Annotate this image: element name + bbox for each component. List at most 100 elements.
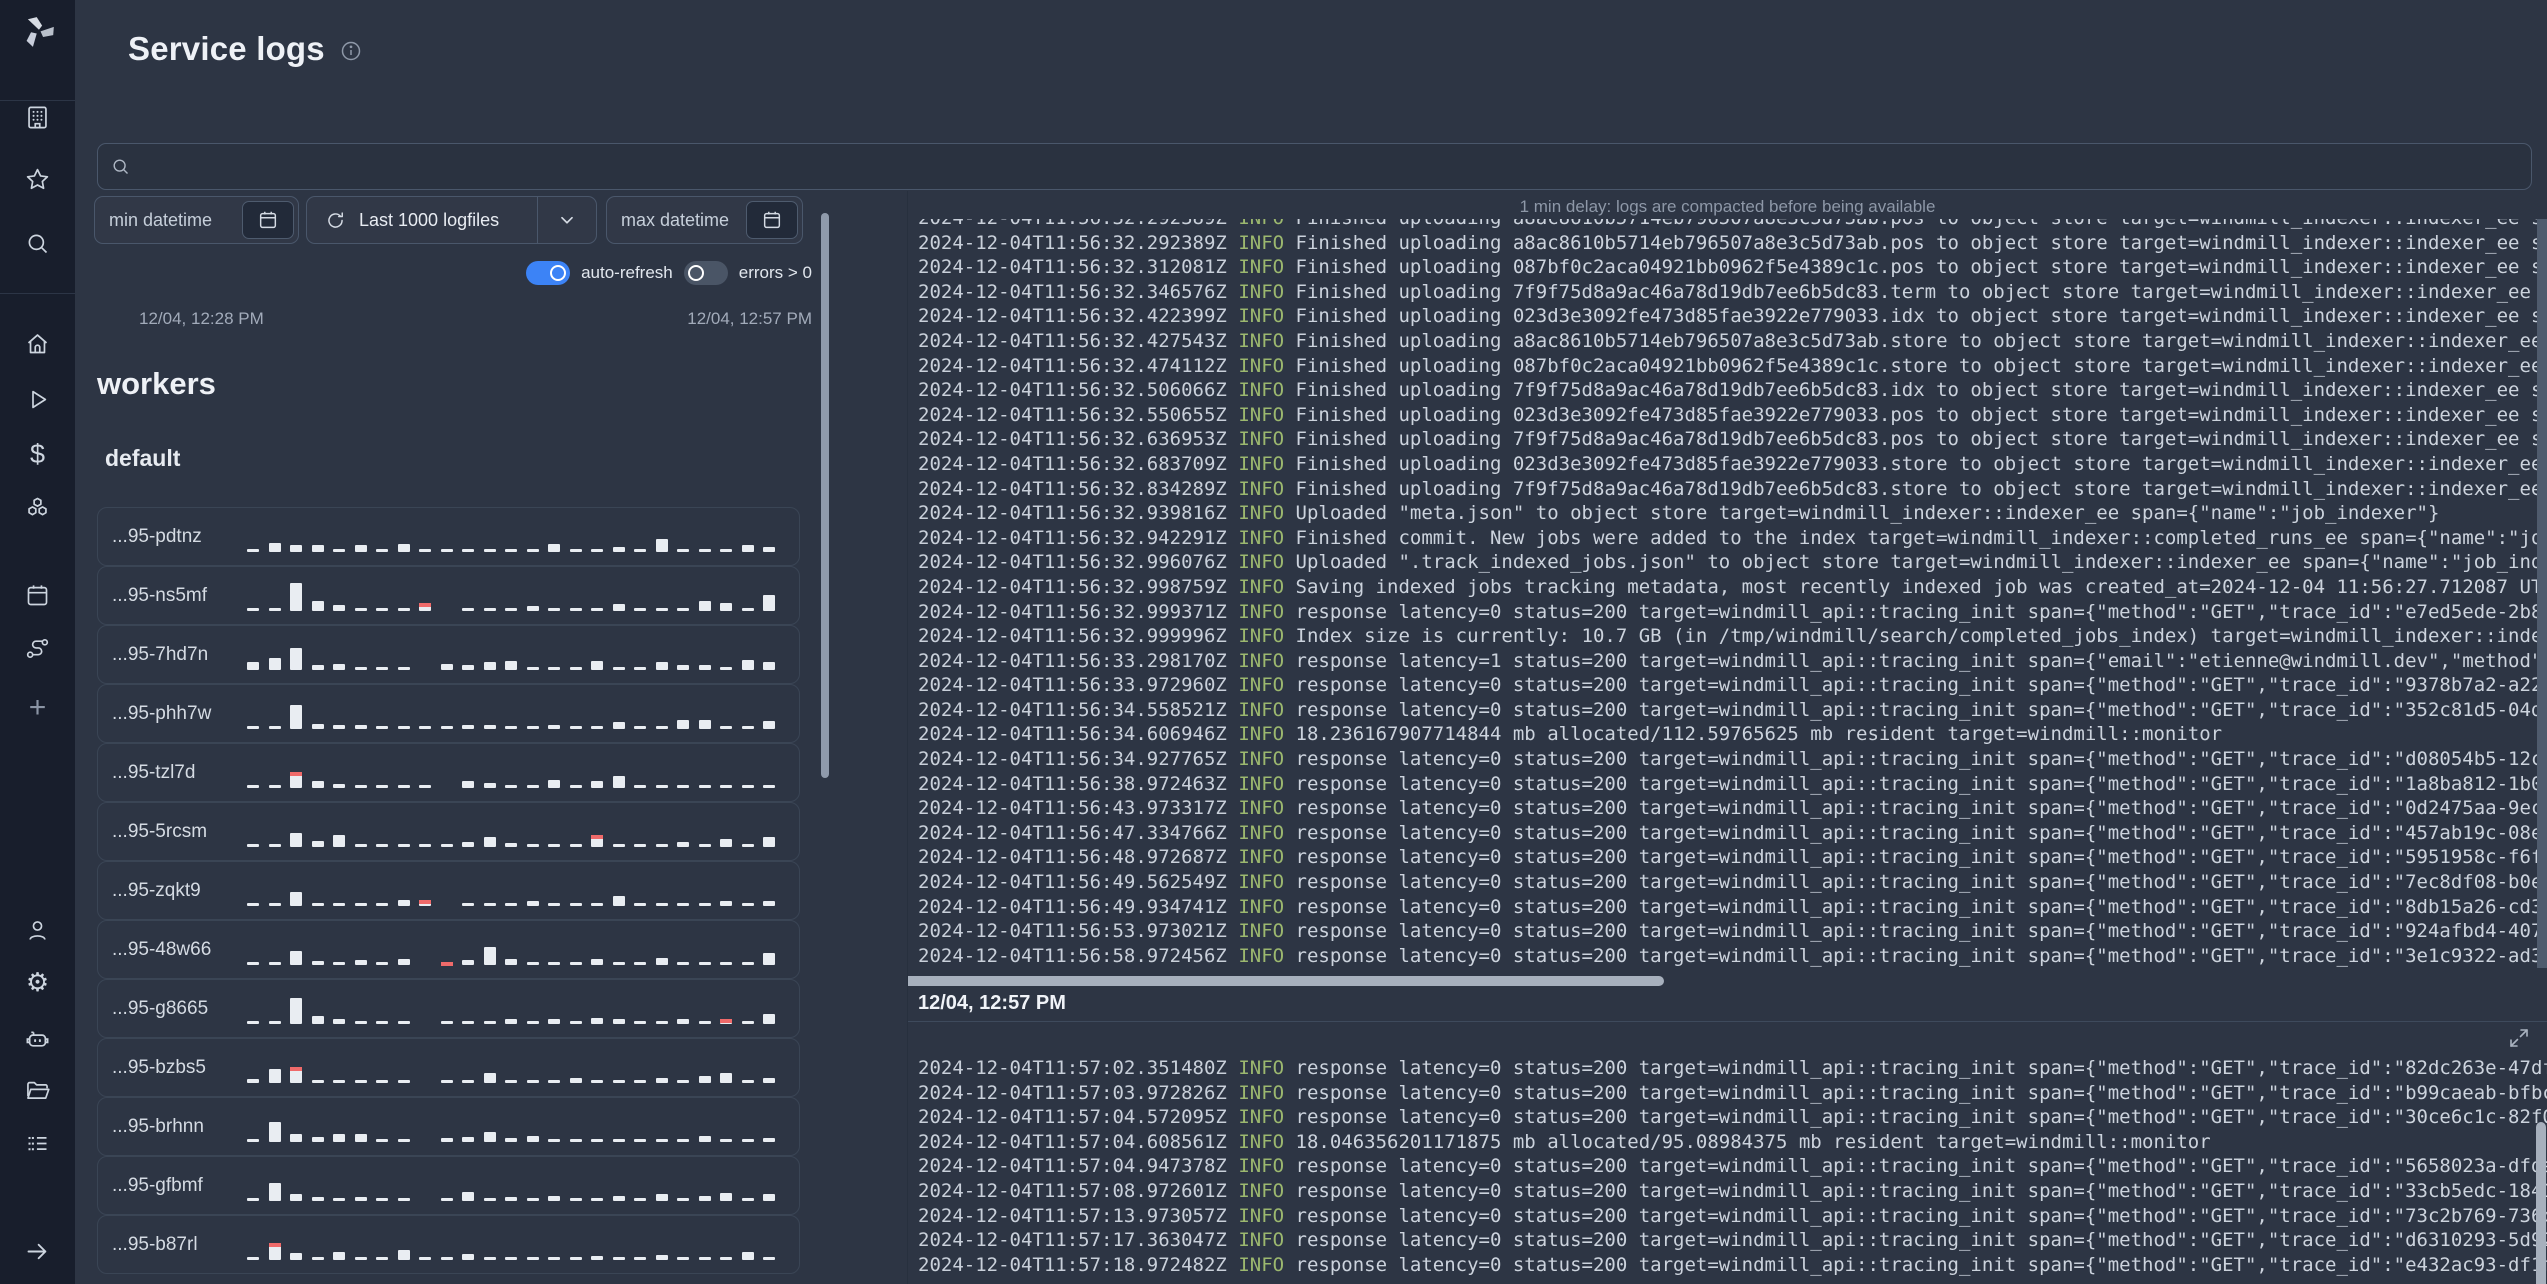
worker-row[interactable]: ...95-7hd7n <box>97 625 800 684</box>
activity-bar <box>505 1197 517 1201</box>
workspace-icon[interactable] <box>0 104 75 131</box>
worker-row[interactable]: ...95-48w66 <box>97 920 800 979</box>
worker-row[interactable]: ...95-bzbs5 <box>97 1038 800 1097</box>
activity-bar <box>763 662 775 670</box>
activity-bar <box>419 900 431 906</box>
log-timestamp: 2024-12-04T11:56:32.999996Z <box>918 625 1227 648</box>
log-timestamp: 2024-12-04T11:56:32.292389Z <box>918 231 1227 254</box>
activity-bar <box>311 1197 324 1201</box>
log-message: response latency=0 status=200 target=win… <box>1295 1253 2547 1276</box>
favorites-star-icon[interactable] <box>0 166 75 193</box>
activity-bar <box>290 648 302 670</box>
home-icon[interactable] <box>0 330 75 357</box>
log-line: 2024-12-04T11:56:32.506066Z INFO Finishe… <box>918 378 2547 403</box>
variables-dollar-icon[interactable]: $ <box>0 441 75 468</box>
worker-row[interactable]: ...95-phh7w <box>97 684 800 743</box>
horizontal-scrollbar-thumb[interactable] <box>908 976 1664 986</box>
info-icon[interactable] <box>339 35 363 63</box>
log-level: INFO <box>1238 1155 1285 1178</box>
expand-icon[interactable] <box>2507 1026 2531 1055</box>
activity-bar <box>376 726 388 729</box>
activity-bar <box>354 1080 367 1083</box>
log-level: INFO <box>1238 748 1285 771</box>
log-message: Finished uploading 7f9f75d8a9ac46a78d19d… <box>1295 428 2547 451</box>
activity-bar <box>311 601 324 611</box>
logfiles-refresh-button[interactable]: Last 1000 logfiles <box>307 197 538 243</box>
activity-bar <box>634 844 646 847</box>
worker-row[interactable]: ...95-pdtnz <box>97 507 800 566</box>
activity-bar <box>419 844 431 847</box>
log-line: 2024-12-04T11:56:38.972463Z INFO respons… <box>918 772 2547 797</box>
worker-activity-chart <box>247 1157 799 1214</box>
log-timestamp: 2024-12-04T11:56:32.683709Z <box>918 452 1227 475</box>
settings-gear-icon[interactable]: ⚙ <box>0 969 75 995</box>
activity-bar <box>698 962 711 965</box>
activity-bar <box>591 1139 603 1142</box>
activity-bar <box>268 962 281 965</box>
log-level: INFO <box>1238 944 1285 967</box>
activity-bar <box>548 608 560 611</box>
ai-robot-icon[interactable] <box>0 1025 75 1052</box>
worker-activity-chart <box>247 626 799 683</box>
worker-row[interactable]: ...95-b87rl <box>97 1215 800 1274</box>
worker-row[interactable]: ...95-gfbmf <box>97 1156 800 1215</box>
windmill-logo-icon[interactable] <box>0 12 75 50</box>
activity-bar <box>354 903 367 906</box>
activity-bar <box>247 1257 259 1260</box>
log-timestamp: 2024-12-04T11:57:13.973057Z <box>918 1204 1227 1227</box>
worker-row[interactable]: ...95-brhnn <box>97 1097 800 1156</box>
log-message: response latency=0 status=200 target=win… <box>1295 1204 2547 1227</box>
activity-bar <box>763 1138 775 1142</box>
create-plus-icon[interactable]: + <box>0 693 75 723</box>
worker-row[interactable]: ...95-5rcsm <box>97 802 800 861</box>
activity-bar <box>247 844 259 847</box>
upper-log-scrollbar[interactable] <box>2537 219 2547 968</box>
worker-row[interactable]: ...95-ns5mf <box>97 566 800 625</box>
worker-row[interactable]: ...95-g8665 <box>97 979 800 1038</box>
activity-bar <box>569 1139 582 1142</box>
activity-bar <box>698 785 711 788</box>
log-line: 2024-12-04T11:56:48.972687Z INFO respons… <box>918 845 2547 870</box>
log-line: 2024-12-04T11:56:34.927765Z INFO respons… <box>918 747 2547 772</box>
activity-bar <box>634 785 646 788</box>
log-timestamp: 2024-12-04T11:56:32.834289Z <box>918 477 1227 500</box>
log-message: Finished uploading 023d3e3092fe473d85fae… <box>1295 305 2547 328</box>
activity-bar <box>505 1080 517 1083</box>
runs-play-icon[interactable] <box>0 386 75 413</box>
activity-bar <box>763 1014 775 1024</box>
audit-logs-list-icon[interactable] <box>0 1130 75 1157</box>
worker-row[interactable]: ...95-tzl7d <box>97 743 800 802</box>
errors-toggle[interactable] <box>683 261 728 285</box>
activity-bar <box>397 667 410 670</box>
min-datetime-calendar-button[interactable] <box>242 201 294 239</box>
flows-route-icon[interactable] <box>0 635 75 662</box>
search-bar[interactable] <box>97 143 2532 190</box>
worker-row[interactable]: ...95-zqkt9 <box>97 861 800 920</box>
user-icon[interactable] <box>0 917 75 944</box>
activity-bar <box>741 545 754 552</box>
log-level: INFO <box>1238 231 1285 254</box>
expand-sidebar-arrow-icon[interactable] <box>0 1238 75 1265</box>
worker-activity-chart <box>247 744 799 801</box>
workers-heading: workers <box>97 366 216 401</box>
workers-scrollbar[interactable] <box>821 213 829 778</box>
log-line: 2024-12-04T11:56:32.636953Z INFO Finishe… <box>918 427 2547 452</box>
global-search-icon[interactable] <box>0 230 75 257</box>
resources-cubes-icon[interactable] <box>0 494 75 521</box>
schedules-calendar-icon[interactable] <box>0 582 75 609</box>
folders-icon[interactable] <box>0 1077 75 1104</box>
auto-refresh-toggle[interactable] <box>526 261 571 285</box>
log-level: INFO <box>1238 354 1285 377</box>
max-datetime-calendar-button[interactable] <box>746 201 798 239</box>
log-level: INFO <box>1238 1204 1285 1227</box>
lower-log-scrollbar-thumb[interactable] <box>2536 1122 2546 1284</box>
activity-bar <box>483 1021 496 1024</box>
log-line: 2024-12-04T11:57:04.608561Z INFO 18.0463… <box>918 1130 2547 1155</box>
search-input[interactable] <box>141 156 2519 177</box>
activity-bar <box>741 785 754 788</box>
activity-bar <box>612 776 625 788</box>
max-datetime-field[interactable]: max datetime <box>606 196 803 244</box>
logfiles-chevron-button[interactable] <box>538 197 596 243</box>
log-line: 2024-12-04T11:56:32.312081Z INFO Finishe… <box>918 255 2547 280</box>
min-datetime-field[interactable]: min datetime <box>94 196 299 244</box>
